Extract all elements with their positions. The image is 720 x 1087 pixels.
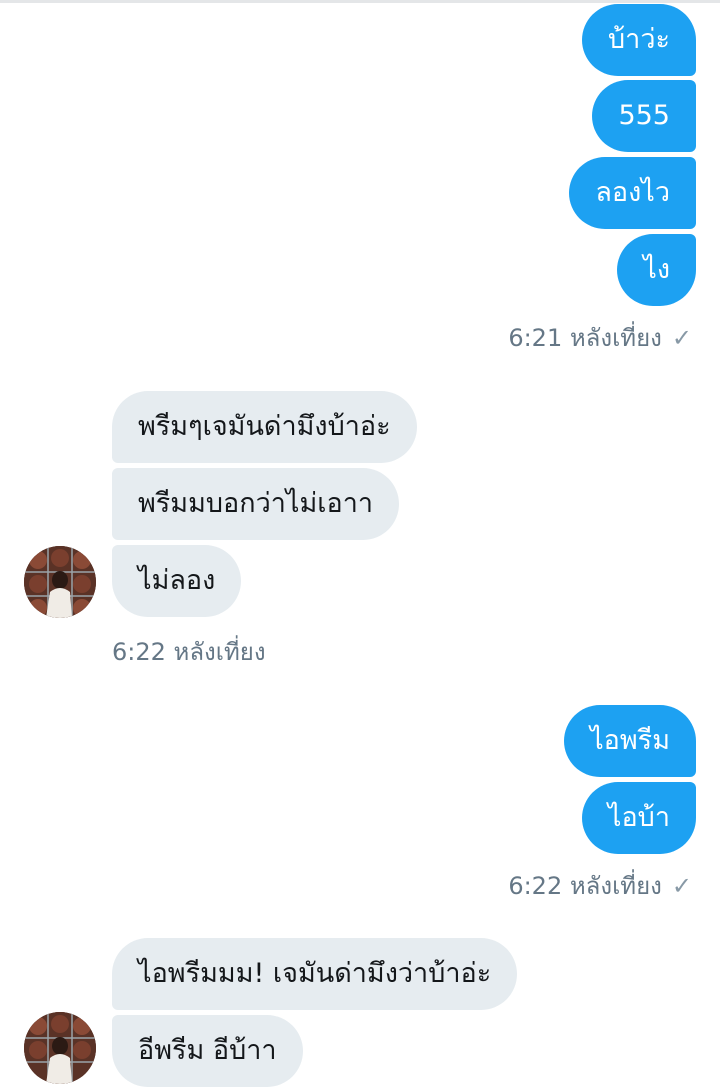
timestamp-text: 6:22 หลังเที่ยง (508, 872, 662, 900)
message-timestamp: 6:22 หลังเที่ยง (112, 632, 266, 671)
message-bubble-incoming[interactable]: อีพรีม อีบ้าา (112, 1015, 303, 1087)
check-icon: ✓ (671, 324, 692, 352)
message-bubble-outgoing[interactable]: ไง (617, 234, 696, 306)
message-bubble-outgoing[interactable]: 555 (592, 80, 696, 152)
message-bubble-incoming[interactable]: พรีมๆเจมันด่ามึงบ้าอ่ะ (112, 391, 417, 463)
message-bubble-outgoing[interactable]: ลองไว (569, 157, 696, 229)
avatar[interactable] (24, 1012, 96, 1084)
message-timestamp: 6:21 หลังเที่ยง ✓ (508, 318, 692, 357)
avatar-image (24, 546, 96, 618)
message-bubble-outgoing[interactable]: ไอพรีม (564, 705, 696, 777)
timestamp-text: 6:22 หลังเที่ยง (112, 638, 266, 666)
message-bubble-outgoing[interactable]: ไอบ้า (581, 782, 696, 854)
message-bubble-incoming[interactable]: พรีมมบอกว่าไม่เอาา (112, 468, 400, 540)
avatar-image (24, 1012, 96, 1084)
message-bubble-incoming[interactable]: ไอพรีมมม! เจมันด่ามึงว่าบ้าอ่ะ (112, 938, 518, 1010)
message-bubble-outgoing[interactable]: บ้าว่ะ (582, 4, 696, 76)
message-timestamp: 6:22 หลังเที่ยง ✓ (508, 866, 692, 905)
check-icon: ✓ (671, 872, 692, 900)
avatar[interactable] (24, 546, 96, 618)
timestamp-text: 6:21 หลังเที่ยง (508, 324, 662, 352)
top-divider (0, 0, 720, 3)
message-bubble-incoming[interactable]: ไม่ลอง (112, 545, 242, 617)
